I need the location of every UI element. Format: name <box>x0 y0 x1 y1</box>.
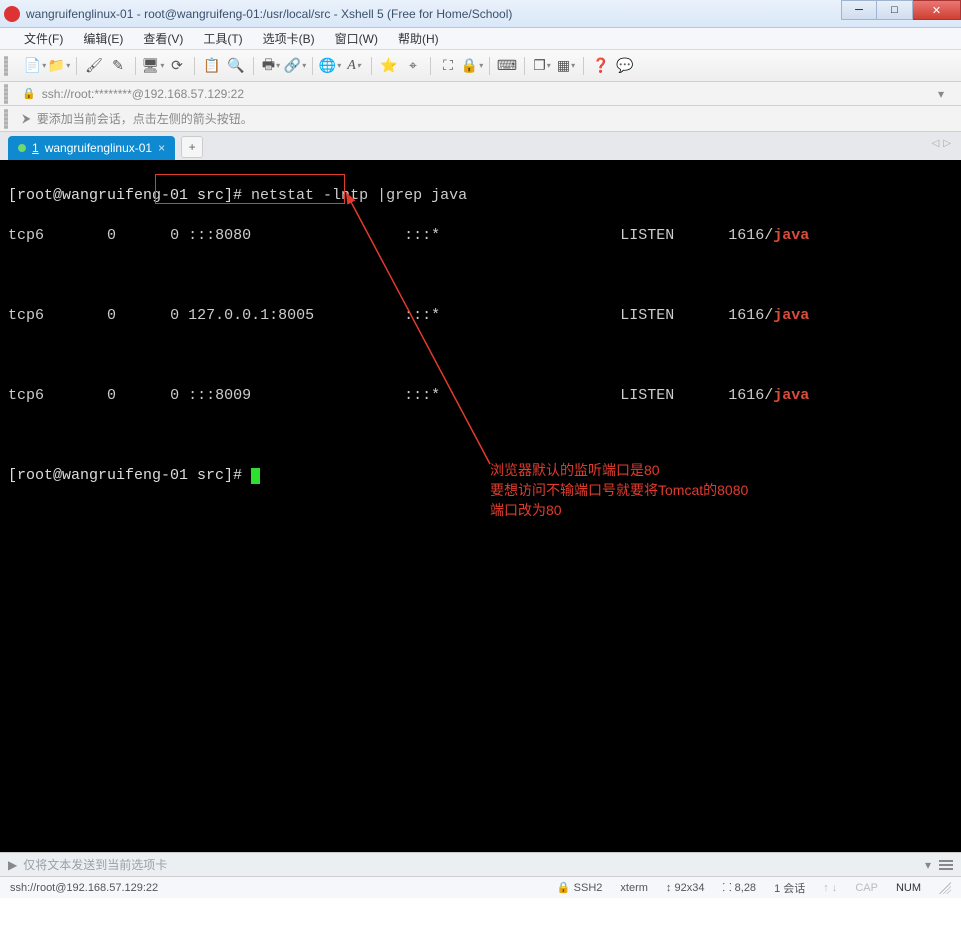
maximize-button[interactable]: □ <box>877 0 913 20</box>
globe-button[interactable]: 🌐 <box>319 55 341 77</box>
status-arrows: ↑ ↓ <box>823 882 837 894</box>
minimize-button[interactable]: ─ <box>841 0 877 20</box>
copy-button[interactable]: 📋 <box>201 55 223 77</box>
edit-button[interactable]: ✎ <box>107 55 129 77</box>
tab-close-button[interactable]: × <box>158 141 165 155</box>
fullscreen-button[interactable]: ⛶ <box>437 55 459 77</box>
tip-bar: ⮞ 要添加当前会话，点击左侧的箭头按钮。 <box>0 106 961 132</box>
addressbar-grip[interactable] <box>4 84 8 104</box>
tab-label: wangruifenglinux-01 <box>45 141 152 155</box>
help-button[interactable]: ❓ <box>590 55 612 77</box>
resize-grip[interactable] <box>939 882 951 894</box>
status-num: NUM <box>896 882 921 894</box>
window-button[interactable]: ❐ <box>531 55 553 77</box>
menu-tabs[interactable]: 选项卡(B) <box>255 28 323 49</box>
font-button[interactable]: A <box>343 55 365 77</box>
grid-button[interactable]: ▦ <box>555 55 577 77</box>
tab-active[interactable]: 1 wangruifenglinux-01 × <box>8 136 175 160</box>
annotation-arrow <box>0 160 960 850</box>
toolbar-grip[interactable] <box>4 56 8 76</box>
open-button[interactable]: 📁 <box>48 55 70 77</box>
status-pos: ⸬ 8,28 <box>722 880 756 895</box>
tab-bar: 1 wangruifenglinux-01 × + ◁ ▷ <box>0 132 961 160</box>
terminal-line: tcp6 0 0 :::8009 :::* LISTEN 1616/java <box>8 386 953 406</box>
reconnect-button[interactable]: ⟳ <box>166 55 188 77</box>
tab-index: 1 <box>32 141 39 155</box>
tip-arrow-icon[interactable]: ⮞ <box>22 111 31 126</box>
terminal-line: [root@wangruifeng-01 src]# netstat -lntp… <box>8 186 953 206</box>
screen-button[interactable]: 🖥 <box>142 55 164 77</box>
compass-button[interactable]: ⌖ <box>402 55 424 77</box>
title-bar: wangruifenglinux-01 - root@wangruifeng-0… <box>0 0 961 28</box>
tab-prev-button[interactable]: ◁ <box>932 138 940 149</box>
keyboard-button[interactable]: ⌨ <box>496 55 518 77</box>
address-dropdown[interactable]: ▾ <box>933 87 949 101</box>
window-controls: ─ □ ✕ <box>841 0 961 20</box>
menu-tools[interactable]: 工具(T) <box>195 28 250 49</box>
menu-help[interactable]: 帮助(H) <box>390 28 447 49</box>
terminal-prompt: [root@wangruifeng-01 src]# <box>8 466 953 486</box>
tab-add-button[interactable]: + <box>181 136 203 158</box>
command-input-placeholder: 仅将文本发送到当前选项卡 <box>23 856 167 873</box>
new-session-button[interactable]: 📄 <box>24 55 46 77</box>
close-button[interactable]: ✕ <box>913 0 961 20</box>
status-bar: ssh://root@192.168.57.129:22 🔒 SSH2 xter… <box>0 876 961 898</box>
command-input-bar[interactable]: ▶ 仅将文本发送到当前选项卡 ▾ <box>0 852 961 876</box>
app-icon <box>4 6 20 22</box>
find-button[interactable]: 🔍 <box>225 55 247 77</box>
link-button[interactable]: 🔗 <box>284 55 306 77</box>
menu-view[interactable]: 查看(V) <box>135 28 191 49</box>
tipbar-grip[interactable] <box>4 109 8 129</box>
tip-text: 要添加当前会话，点击左侧的箭头按钮。 <box>37 110 253 127</box>
lock-button[interactable]: 🔒 <box>461 55 483 77</box>
tool-bar: 📄 📁 🖌 ✎ 🖥 ⟳ 📋 🔍 🖶 🔗 🌐 A ⭐ ⌖ ⛶ 🔒 ⌨ ❐ ▦ ❓ … <box>0 50 961 82</box>
chat-button[interactable]: 💬 <box>614 55 636 77</box>
menu-window[interactable]: 窗口(W) <box>327 28 386 49</box>
highlight-button[interactable]: 🖌 <box>83 55 105 77</box>
status-caps: CAP <box>855 882 878 894</box>
status-connection: ssh://root@192.168.57.129:22 <box>10 882 539 894</box>
cursor <box>251 468 260 484</box>
status-ssh: 🔒 SSH2 <box>557 881 603 894</box>
input-dropdown[interactable]: ▾ <box>925 858 931 872</box>
status-term: xterm <box>620 882 648 894</box>
terminal-line: tcp6 0 0 :::8080 :::* LISTEN 1616/java <box>8 226 953 246</box>
menu-file[interactable]: 文件(F) <box>16 28 71 49</box>
address-input[interactable]: ssh://root:********@192.168.57.129:22 <box>42 87 933 101</box>
window-title: wangruifenglinux-01 - root@wangruifeng-0… <box>26 7 512 21</box>
lock-icon: 🔒 <box>22 87 36 100</box>
status-sessions: 1 会话 <box>774 880 805 896</box>
star-button[interactable]: ⭐ <box>378 55 400 77</box>
send-icon: ▶ <box>8 858 17 872</box>
annotation-text: 浏览器默认的监听端口是80 要想访问不输端口号就要将Tomcat的8080 端口… <box>490 460 748 520</box>
print-button[interactable]: 🖶 <box>260 55 282 77</box>
menu-edit[interactable]: 编辑(E) <box>75 28 131 49</box>
status-size: ↕ 92x34 <box>666 882 705 894</box>
address-bar: 🔒 ssh://root:********@192.168.57.129:22 … <box>0 82 961 106</box>
terminal[interactable]: [root@wangruifeng-01 src]# netstat -lntp… <box>0 160 961 852</box>
annotation-box <box>155 174 345 204</box>
tab-next-button[interactable]: ▷ <box>943 138 951 149</box>
menu-bar: 文件(F) 编辑(E) 查看(V) 工具(T) 选项卡(B) 窗口(W) 帮助(… <box>0 28 961 50</box>
tab-status-icon <box>18 144 26 152</box>
input-menu-icon[interactable] <box>939 860 953 870</box>
terminal-line: tcp6 0 0 127.0.0.1:8005 :::* LISTEN 1616… <box>8 306 953 326</box>
